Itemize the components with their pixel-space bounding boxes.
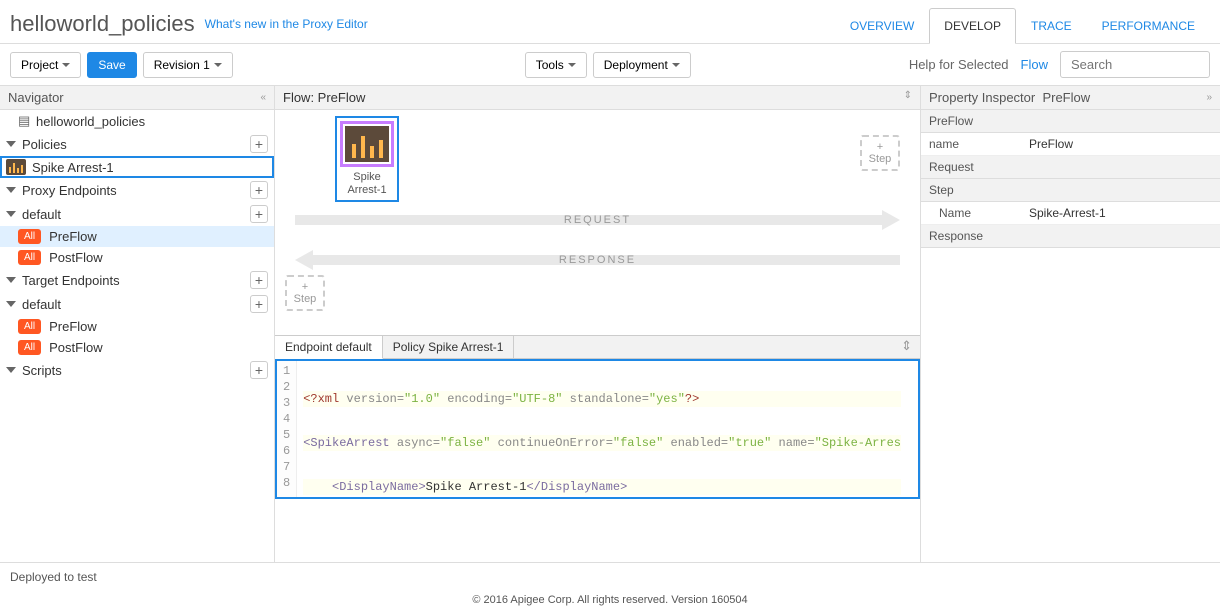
list-icon: ▤ xyxy=(18,113,30,129)
page-title: helloworld_policies xyxy=(10,11,195,37)
tab-performance[interactable]: PERFORMANCE xyxy=(1087,8,1210,43)
add-policy-button[interactable]: + xyxy=(250,135,268,153)
caret-icon xyxy=(568,63,576,67)
nav-policies[interactable]: Policies+ xyxy=(0,132,274,156)
tab-trace[interactable]: TRACE xyxy=(1016,8,1087,43)
add-endpoint-button[interactable]: + xyxy=(250,181,268,199)
nav-target-preflow[interactable]: AllPreFlow xyxy=(0,316,274,337)
help-for-selected-label: Help for Selected xyxy=(909,57,1009,72)
search-input[interactable] xyxy=(1060,51,1210,78)
flow-step-caption: Spike Arrest-1 xyxy=(340,171,394,197)
inspector-section-response: Response xyxy=(921,225,1220,248)
nav-proxy-default[interactable]: default+ xyxy=(0,202,274,226)
status-bar: Deployed to test xyxy=(0,562,1220,590)
header-bar: helloworld_policies What's new in the Pr… xyxy=(0,0,1220,44)
tools-dropdown[interactable]: Tools xyxy=(525,52,587,78)
code-tabs: Endpoint default Policy Spike Arrest-1 ⇕ xyxy=(275,335,920,359)
add-request-step[interactable]: +Step xyxy=(860,135,900,171)
response-arrow: RESPONSE xyxy=(295,250,900,270)
add-response-step[interactable]: +Step xyxy=(285,275,325,311)
expand-icon[interactable]: » xyxy=(1206,92,1212,103)
caret-icon xyxy=(6,277,16,283)
inspector-section-step: Step xyxy=(921,179,1220,202)
toolbar: Project Save Revision 1 Tools Deployment… xyxy=(0,44,1220,86)
expand-code-icon[interactable]: ⇕ xyxy=(893,336,920,359)
code-content[interactable]: <?xml version="1.0" encoding="UTF-8" sta… xyxy=(297,361,907,499)
add-target-button[interactable]: + xyxy=(250,271,268,289)
help-for-selected-value[interactable]: Flow xyxy=(1021,57,1048,72)
code-editor[interactable]: 12345678 <?xml version="1.0" encoding="U… xyxy=(275,359,920,499)
nav-scripts[interactable]: Scripts+ xyxy=(0,358,274,382)
spike-arrest-icon xyxy=(345,126,389,162)
inspector-section-request: Request xyxy=(921,156,1220,179)
caret-icon xyxy=(672,63,680,67)
flow-canvas[interactable]: Spike Arrest-1 +Step REQUEST RESPONSE +S… xyxy=(275,110,920,335)
caret-icon xyxy=(6,301,16,307)
deployment-dropdown[interactable]: Deployment xyxy=(593,52,691,78)
inspector-header: Property Inspector PreFlow» xyxy=(921,86,1220,110)
all-badge: All xyxy=(18,340,41,355)
main-tabs: OVERVIEW DEVELOP TRACE PERFORMANCE xyxy=(835,4,1210,43)
nav-target-postflow[interactable]: AllPostFlow xyxy=(0,337,274,358)
nav-target-endpoints[interactable]: Target Endpoints+ xyxy=(0,268,274,292)
expand-icon[interactable]: ⇕ xyxy=(904,90,912,105)
navigator-header: Navigator« xyxy=(0,86,274,110)
add-script-button[interactable]: + xyxy=(250,361,268,379)
all-badge: All xyxy=(18,229,41,244)
tab-overview[interactable]: OVERVIEW xyxy=(835,8,929,43)
whats-new-link[interactable]: What's new in the Proxy Editor xyxy=(205,17,368,31)
center-panel: Flow: PreFlow⇕ Spike Arrest-1 +Step REQU… xyxy=(275,86,920,562)
collapse-icon[interactable]: « xyxy=(260,92,266,103)
caret-icon xyxy=(62,63,70,67)
code-tab-endpoint[interactable]: Endpoint default xyxy=(275,336,383,359)
revision-dropdown[interactable]: Revision 1 xyxy=(143,52,233,78)
code-gutter: 12345678 xyxy=(277,361,297,499)
tab-develop[interactable]: DEVELOP xyxy=(929,8,1016,44)
project-dropdown[interactable]: Project xyxy=(10,52,81,78)
nav-proxy-postflow[interactable]: AllPostFlow xyxy=(0,247,274,268)
nav-target-default[interactable]: default+ xyxy=(0,292,274,316)
all-badge: All xyxy=(18,250,41,265)
caret-icon xyxy=(6,367,16,373)
spike-arrest-icon xyxy=(6,159,26,175)
flow-header: Flow: PreFlow⇕ xyxy=(275,86,920,110)
prop-name: namePreFlow xyxy=(921,133,1220,156)
property-inspector: Property Inspector PreFlow» PreFlow name… xyxy=(920,86,1220,562)
request-arrow: REQUEST xyxy=(295,210,900,230)
navigator-panel: Navigator« ▤helloworld_policies Policies… xyxy=(0,86,275,562)
flow-step-spike-arrest[interactable]: Spike Arrest-1 xyxy=(335,116,399,202)
nav-root[interactable]: ▤helloworld_policies xyxy=(0,110,274,132)
all-badge: All xyxy=(18,319,41,334)
caret-icon xyxy=(214,63,222,67)
prop-step-name: NameSpike-Arrest-1 xyxy=(921,202,1220,225)
save-button[interactable]: Save xyxy=(87,52,136,78)
nav-proxy-preflow[interactable]: AllPreFlow xyxy=(0,226,274,247)
add-flow-button[interactable]: + xyxy=(250,205,268,223)
footer: © 2016 Apigee Corp. All rights reserved.… xyxy=(0,590,1220,610)
add-target-flow-button[interactable]: + xyxy=(250,295,268,313)
caret-icon xyxy=(6,187,16,193)
caret-icon xyxy=(6,141,16,147)
code-tab-policy[interactable]: Policy Spike Arrest-1 xyxy=(383,336,515,359)
caret-icon xyxy=(6,211,16,217)
nav-proxy-endpoints[interactable]: Proxy Endpoints+ xyxy=(0,178,274,202)
nav-policy-spike-arrest[interactable]: Spike Arrest-1 xyxy=(0,156,274,178)
inspector-section-preflow: PreFlow xyxy=(921,110,1220,133)
